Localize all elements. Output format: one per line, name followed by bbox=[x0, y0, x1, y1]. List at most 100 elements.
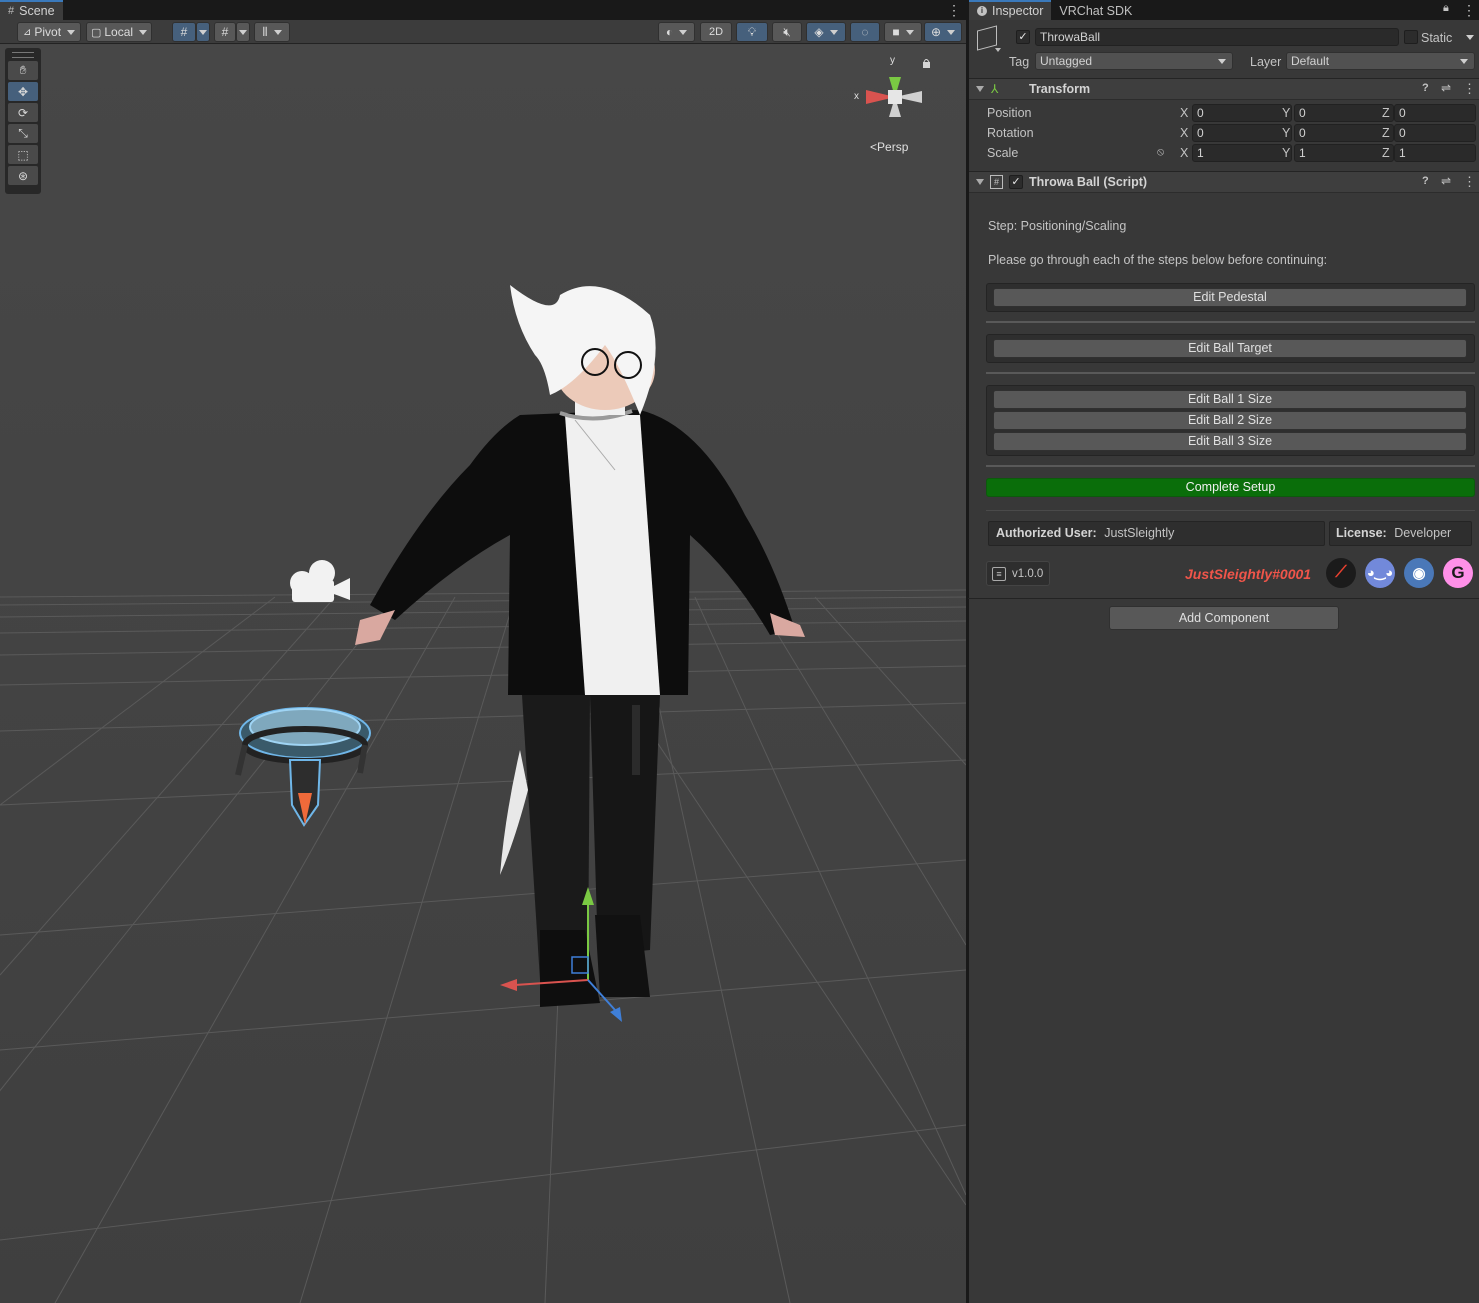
move-tool-button[interactable]: ✥ bbox=[8, 82, 38, 101]
rotate-icon: ⟳ bbox=[17, 105, 29, 120]
local-label: Local bbox=[104, 25, 134, 39]
edit-ball-2-button[interactable]: Edit Ball 2 Size bbox=[993, 411, 1467, 430]
axis-x-label[interactable]: X bbox=[1180, 106, 1188, 120]
vrchat-link-icon[interactable]: ⟋ bbox=[1326, 558, 1356, 588]
edit-ball-target-button[interactable]: Edit Ball Target bbox=[993, 339, 1467, 358]
transform-header[interactable]: ⅄ Transform ? ⇌ ⋮ bbox=[969, 78, 1479, 100]
edit-ball-1-button[interactable]: Edit Ball 1 Size bbox=[993, 390, 1467, 409]
inspector-menu-icon[interactable]: ⋮ bbox=[1462, 2, 1476, 18]
camera-dropdown[interactable]: ■ bbox=[884, 22, 922, 42]
edit-ball-3-button[interactable]: Edit Ball 3 Size bbox=[993, 432, 1467, 451]
draw-mode-dropdown[interactable]: ◐ bbox=[658, 22, 695, 42]
scale-tool-button[interactable]: ⤡ bbox=[8, 124, 38, 143]
effects-dropdown[interactable]: ◈ bbox=[806, 22, 846, 42]
rotation-x-value: 0 bbox=[1197, 126, 1204, 140]
add-component-button[interactable]: Add Component bbox=[1109, 606, 1339, 630]
info-icon: i bbox=[977, 6, 987, 16]
preset-icon[interactable]: ⇌ bbox=[1441, 81, 1451, 95]
author-tag-link[interactable]: JustSleightly#0001 bbox=[1185, 566, 1311, 582]
divider bbox=[986, 510, 1475, 511]
icon-dropdown-icon[interactable] bbox=[995, 48, 1001, 52]
license-label: License: bbox=[1336, 526, 1387, 540]
mode-2d-button[interactable]: 2D bbox=[700, 22, 732, 42]
constrain-proportions-icon[interactable]: ⦸ bbox=[1157, 146, 1164, 159]
gumroad-link-icon[interactable]: G bbox=[1443, 558, 1473, 588]
layer-dropdown[interactable]: Default bbox=[1286, 52, 1475, 70]
script-icon: # bbox=[990, 175, 1003, 189]
lighting-toggle[interactable]: 💡︎ bbox=[736, 22, 768, 42]
local-dropdown[interactable]: ▢ Local bbox=[86, 22, 152, 42]
discord-link-icon[interactable]: ◕‿◕ bbox=[1365, 558, 1395, 588]
help-icon[interactable]: ? bbox=[1422, 82, 1429, 94]
tab-scene[interactable]: # Scene bbox=[0, 0, 63, 20]
rotation-y-field[interactable]: 0 bbox=[1294, 124, 1394, 142]
scene-menu-icon[interactable]: ⋮ bbox=[947, 2, 961, 18]
github-link-icon[interactable]: ◉ bbox=[1404, 558, 1434, 588]
tag-dropdown[interactable]: Untagged bbox=[1035, 52, 1233, 70]
axis-z-label[interactable]: Z bbox=[1382, 126, 1390, 140]
increment-snap-dropdown[interactable] bbox=[236, 22, 250, 42]
axis-y-label[interactable]: Y bbox=[1282, 126, 1290, 140]
rotate-tool-button[interactable]: ⟳ bbox=[8, 103, 38, 122]
license-box: License: Developer bbox=[1329, 521, 1472, 546]
script-header[interactable]: # ✓ Throwa Ball (Script) ? ⇌ ⋮ bbox=[969, 171, 1479, 193]
axis-z-label[interactable]: Z bbox=[1382, 106, 1390, 120]
version-button[interactable]: ≡ v1.0.0 bbox=[986, 561, 1050, 586]
tab-scene-label: Scene bbox=[19, 4, 55, 18]
transform-tool-button[interactable]: ⊛ bbox=[8, 166, 38, 185]
complete-setup-button[interactable]: Complete Setup bbox=[986, 478, 1475, 497]
layer-value: Default bbox=[1291, 54, 1330, 68]
axis-x-label[interactable]: X bbox=[1180, 146, 1188, 160]
position-z-field[interactable]: 0 bbox=[1394, 104, 1476, 122]
gizmos-dropdown[interactable]: ⊕ bbox=[924, 22, 962, 42]
tab-inspector[interactable]: i Inspector bbox=[969, 0, 1052, 20]
axis-z-label[interactable]: Z bbox=[1382, 146, 1390, 160]
static-checkbox[interactable] bbox=[1404, 30, 1418, 44]
persp-label[interactable]: <Persp bbox=[870, 140, 908, 154]
position-z-value: 0 bbox=[1399, 106, 1406, 120]
tab-inspector-label: Inspector bbox=[992, 4, 1044, 18]
transform-title: Transform bbox=[1029, 82, 1091, 96]
transform-menu-icon[interactable]: ⋮ bbox=[1463, 81, 1476, 97]
lock-icon[interactable]: 🔒︎ bbox=[1443, 2, 1449, 15]
scale-x-field[interactable]: 1 bbox=[1192, 144, 1292, 162]
edit-pedestal-button[interactable]: Edit Pedestal bbox=[993, 288, 1467, 307]
position-x-field[interactable]: 0 bbox=[1192, 104, 1292, 122]
authorized-user-value: JustSleightly bbox=[1104, 526, 1175, 540]
static-dropdown-icon[interactable] bbox=[1466, 35, 1474, 40]
inspector-panel: i Inspector VRChat SDK 🔒︎ ⋮ ✓ ThrowaBall… bbox=[968, 0, 1479, 1303]
axis-y-label[interactable]: Y bbox=[1282, 146, 1290, 160]
position-y-field[interactable]: 0 bbox=[1294, 104, 1394, 122]
grid-snap-button[interactable]: # bbox=[172, 22, 196, 42]
axis-y-label[interactable]: Y bbox=[1282, 106, 1290, 120]
rotation-z-field[interactable]: 0 bbox=[1394, 124, 1476, 142]
scene-viewport[interactable]: y x <Persp ✋︎ ✥ ⟳ ⤡ ⬚ ⊛ bbox=[0, 45, 966, 1303]
rotation-x-field[interactable]: 0 bbox=[1192, 124, 1292, 142]
scale-y-field[interactable]: 1 bbox=[1294, 144, 1394, 162]
gizmo-lock-icon[interactable] bbox=[923, 62, 930, 68]
hand-tool-button[interactable]: ✋︎ bbox=[8, 61, 38, 80]
preset-icon[interactable]: ⇌ bbox=[1441, 174, 1451, 188]
audio-toggle[interactable]: 🔇︎ bbox=[772, 22, 802, 42]
foldout-arrow-icon[interactable] bbox=[976, 179, 984, 185]
object-name-field[interactable]: ThrowaBall bbox=[1035, 28, 1399, 46]
tab-vrchat-sdk[interactable]: VRChat SDK bbox=[1051, 0, 1140, 20]
ruler-dropdown[interactable]: ⦀ bbox=[254, 22, 290, 42]
help-icon[interactable]: ? bbox=[1422, 175, 1429, 187]
script-menu-icon[interactable]: ⋮ bbox=[1463, 174, 1476, 190]
increment-snap-button[interactable]: # bbox=[214, 22, 236, 42]
rotation-z-value: 0 bbox=[1399, 126, 1406, 140]
scale-z-field[interactable]: 1 bbox=[1394, 144, 1476, 162]
object-name: ThrowaBall bbox=[1040, 30, 1101, 44]
axis-x-label[interactable]: X bbox=[1180, 126, 1188, 140]
grid-snap-dropdown[interactable] bbox=[196, 22, 210, 42]
static-label: Static bbox=[1421, 31, 1453, 45]
overlay-handle[interactable] bbox=[12, 52, 34, 58]
rect-icon: ⬚ bbox=[17, 147, 29, 162]
active-checkbox[interactable]: ✓ bbox=[1016, 30, 1030, 44]
script-enabled-checkbox[interactable]: ✓ bbox=[1009, 175, 1023, 189]
foldout-arrow-icon[interactable] bbox=[976, 86, 984, 92]
rect-tool-button[interactable]: ⬚ bbox=[8, 145, 38, 164]
pivot-dropdown[interactable]: ⊿ Pivot bbox=[17, 22, 81, 42]
hidden-objects-toggle[interactable]: ◌ bbox=[850, 22, 880, 42]
